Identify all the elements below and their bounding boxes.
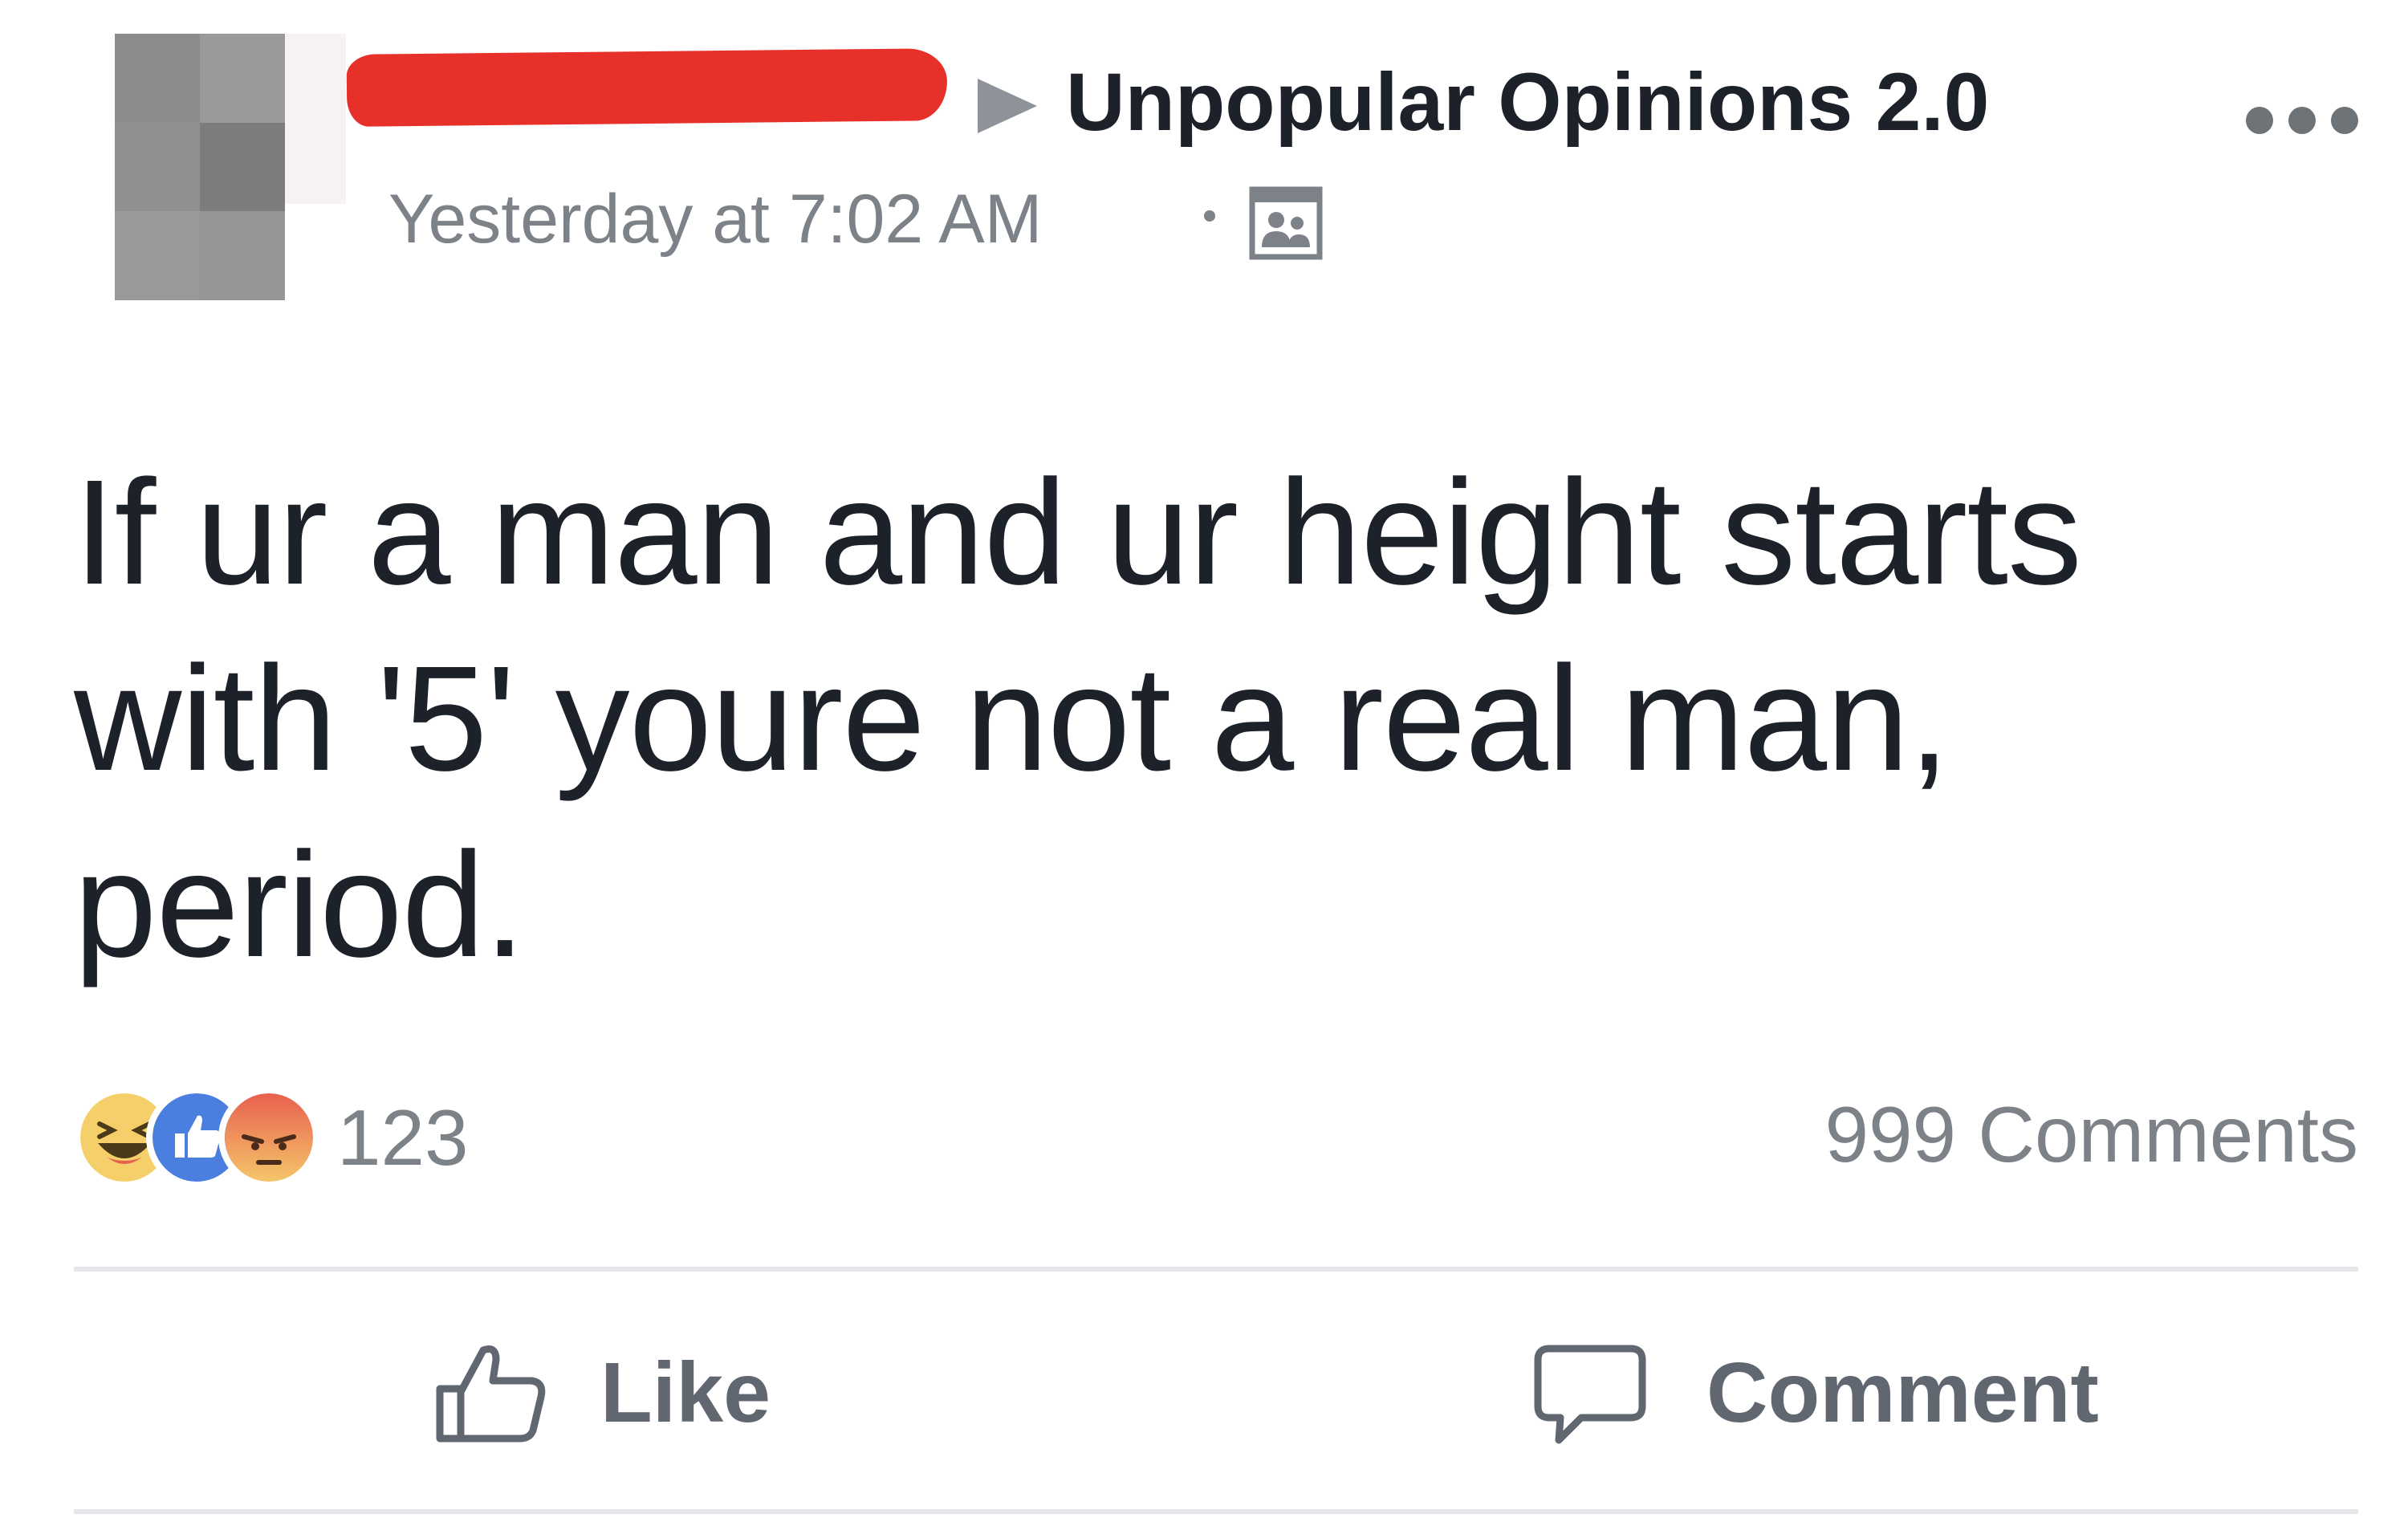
- facebook-post: Unpopular Opinions 2.0 Yesterday at 7:02…: [0, 0, 2408, 1518]
- comment-label: Comment: [1706, 1345, 2099, 1440]
- reaction-count[interactable]: 123: [337, 1098, 469, 1177]
- divider: [74, 1267, 2358, 1272]
- group-name-link[interactable]: Unpopular Opinions 2.0: [1066, 61, 1989, 143]
- separator-dot: [1204, 210, 1215, 222]
- angry-reaction-icon: [218, 1087, 319, 1188]
- reactions-summary[interactable]: 123: [74, 1085, 469, 1190]
- avatar[interactable]: [115, 34, 285, 300]
- comment-button[interactable]: Comment: [1530, 1333, 2099, 1453]
- comments-count-link[interactable]: 999 Comments: [1824, 1095, 2358, 1174]
- more-options-icon[interactable]: [2246, 104, 2358, 136]
- post-text: If ur a man and ur height starts with '5…: [74, 450, 2082, 988]
- divider: [74, 1509, 2358, 1514]
- post-timestamp[interactable]: Yesterday at 7:02 AM: [388, 185, 1042, 254]
- avatar-shadow: [285, 34, 346, 204]
- thumbs-up-icon: [436, 1345, 546, 1443]
- redacted-author-name: [346, 48, 948, 127]
- comment-bubble-icon: [1534, 1345, 1646, 1444]
- like-button[interactable]: Like: [432, 1333, 771, 1453]
- arrow-right-icon: [978, 79, 1037, 133]
- group-icon[interactable]: [1247, 185, 1324, 262]
- like-label: Like: [600, 1345, 771, 1440]
